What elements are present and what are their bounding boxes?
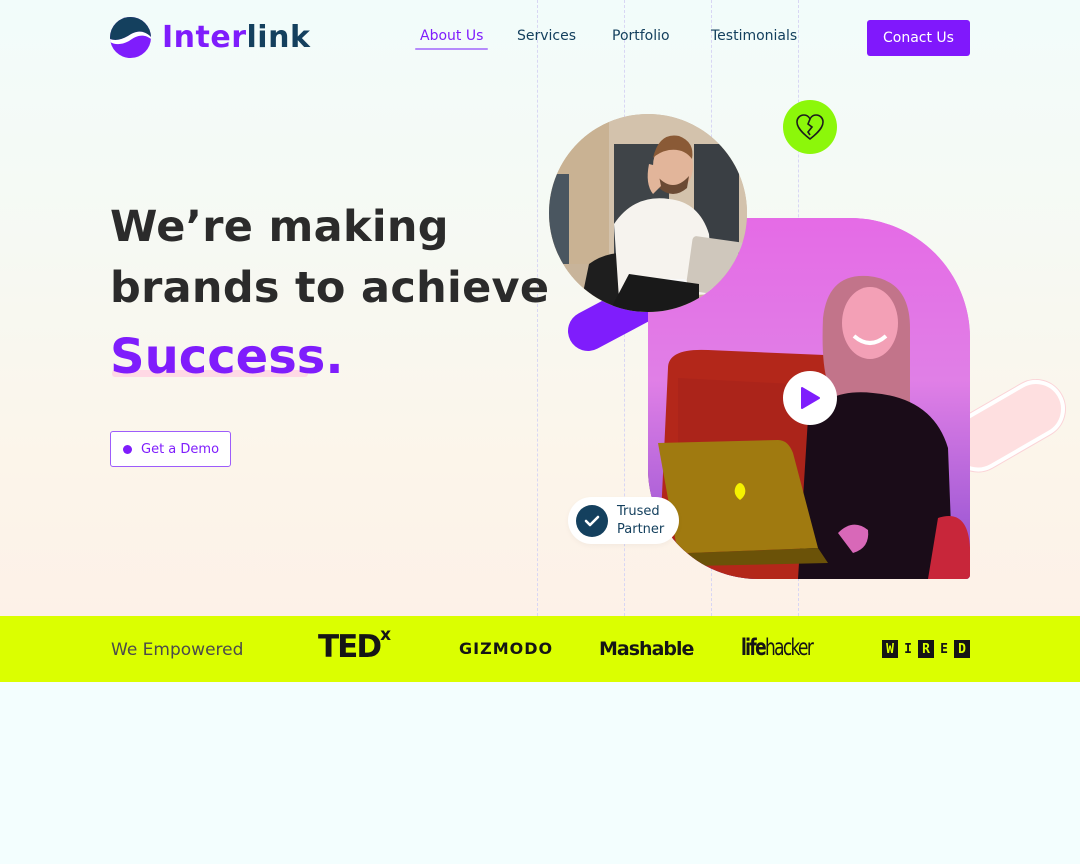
logo[interactable]: Interlink <box>110 17 310 58</box>
nav-about-us[interactable]: About Us <box>414 28 489 50</box>
brand-logo-wired: W I R E D <box>882 640 970 658</box>
brand-logo-tedx: TEDx <box>318 625 391 665</box>
nav-testimonials[interactable]: Testimonials <box>711 28 797 44</box>
wired-letter: I <box>904 641 912 657</box>
trusted-line-1: Trused <box>617 503 660 519</box>
wired-letter: R <box>918 640 934 658</box>
trusted-line-2: Partner <box>617 521 665 537</box>
wired-letter: D <box>954 640 970 658</box>
logo-icon <box>110 17 151 58</box>
trusted-partner-text: Trused Partner <box>617 503 664 539</box>
play-video-button[interactable] <box>783 371 837 425</box>
brand-logo-mashable: Mashable <box>599 638 694 660</box>
hero-headline: We’re making brands to achieve <box>110 197 549 319</box>
check-circle <box>576 504 608 537</box>
brand-logo-gizmodo: GIZMODO <box>459 639 554 658</box>
tedx-sup: x <box>380 624 392 645</box>
contact-us-button[interactable]: Conact Us <box>867 20 970 56</box>
man-photo <box>549 114 747 312</box>
broken-heart-badge <box>783 100 837 154</box>
trusted-partner-badge: Trused Partner <box>568 497 679 544</box>
logo-text-part1: Inter <box>162 19 247 55</box>
dot-icon <box>123 444 132 454</box>
headline-line-1: We’re making <box>110 202 449 252</box>
wired-letter: W <box>882 640 898 658</box>
logo-text-part2: link <box>246 19 311 55</box>
lifehacker-rest: hacker <box>764 635 814 661</box>
check-icon <box>584 515 600 526</box>
we-empowered-label: We Empowered <box>111 640 244 660</box>
nav-services[interactable]: Services <box>517 28 576 44</box>
nav-portfolio[interactable]: Portfolio <box>612 28 670 44</box>
get-demo-label: Get a Demo <box>141 441 220 457</box>
lifehacker-bold: life <box>741 635 767 661</box>
brand-strip: We Empowered TEDx GIZMODO Mashable lifeh… <box>0 616 1080 682</box>
get-demo-button[interactable]: Get a Demo <box>110 431 231 467</box>
logo-text: Interlink <box>162 19 311 55</box>
play-icon <box>801 387 820 409</box>
brand-logo-lifehacker: lifehacker <box>741 635 814 661</box>
hero-section: Interlink About Us Services Portfolio Te… <box>0 0 1080 616</box>
wired-letter: E <box>940 641 948 657</box>
headline-line-2: brands to achieve <box>110 263 550 313</box>
broken-heart-icon <box>796 114 824 141</box>
headline-accent: Success. <box>110 329 344 385</box>
tedx-main: TED <box>318 629 382 665</box>
